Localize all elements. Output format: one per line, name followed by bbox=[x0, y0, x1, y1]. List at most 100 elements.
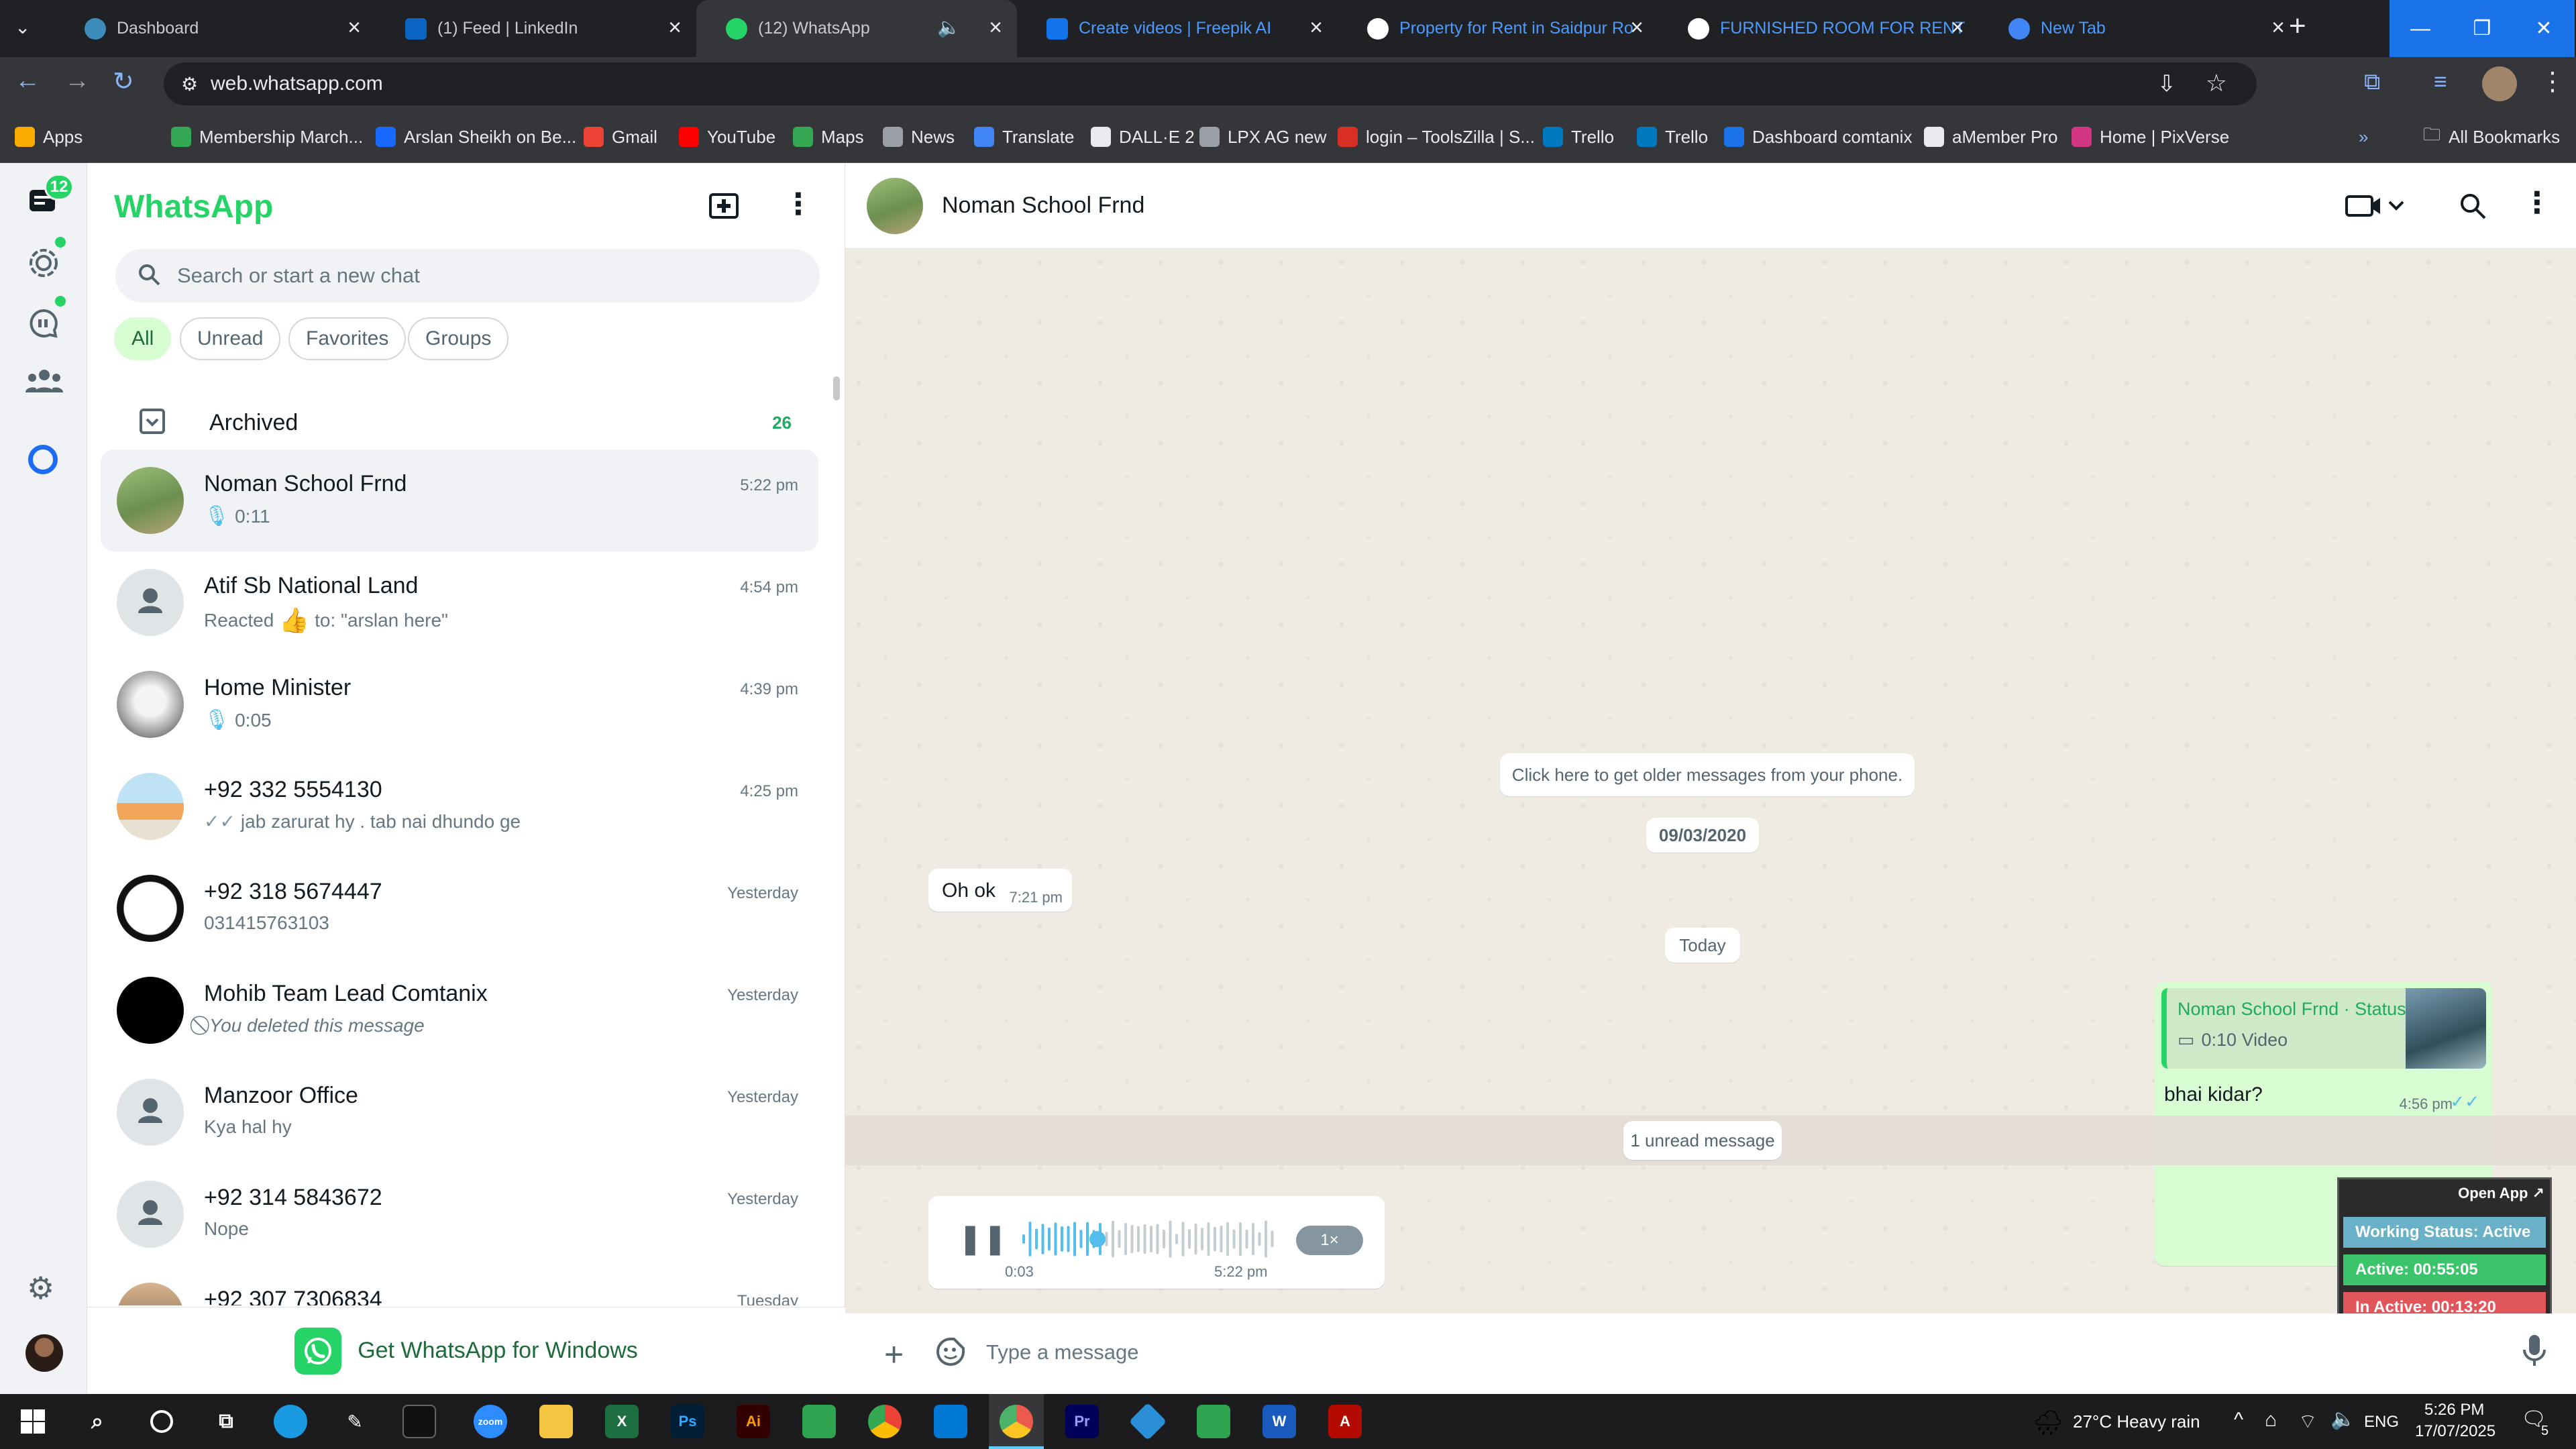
bookmark-item[interactable]: Membership March... bbox=[171, 121, 363, 152]
blue-diamond-icon[interactable] bbox=[1128, 1402, 1167, 1441]
search-input[interactable]: Search or start a new chat bbox=[115, 249, 820, 303]
meta-ai-icon[interactable] bbox=[28, 445, 58, 474]
chrome-icon[interactable] bbox=[868, 1405, 902, 1438]
task-view-icon[interactable]: ⧉ bbox=[209, 1405, 243, 1438]
mic-icon[interactable] bbox=[2522, 1334, 2546, 1368]
tab-search-icon[interactable]: ⌄ bbox=[15, 16, 30, 38]
restore-button[interactable]: ❐ bbox=[2451, 0, 2513, 57]
language-indicator[interactable]: ENG bbox=[2364, 1413, 2399, 1432]
wifi-icon[interactable]: ⌔ bbox=[2298, 1409, 2317, 1434]
forward-icon[interactable]: → bbox=[64, 66, 90, 95]
pen-icon[interactable]: ✎ bbox=[338, 1405, 372, 1438]
chat-row-92-314[interactable]: +92 314 5843672 Nope Yesterday bbox=[101, 1163, 818, 1265]
clock-time[interactable]: 5:26 PM bbox=[2424, 1401, 2484, 1419]
bookmark-item[interactable]: Maps bbox=[793, 121, 864, 152]
contact-name[interactable]: Noman School Frnd bbox=[942, 193, 1144, 219]
close-icon[interactable]: × bbox=[2271, 15, 2285, 41]
new-chat-icon[interactable] bbox=[708, 191, 741, 221]
extensions-icon[interactable]: ⧉ bbox=[2364, 69, 2380, 95]
tab-freepik[interactable]: Create videos | Freepik AI × bbox=[1017, 0, 1338, 57]
menu-icon[interactable]: ⋮ bbox=[2522, 186, 2552, 220]
bookmarks-overflow-icon[interactable]: » bbox=[2359, 121, 2368, 152]
chat-row-92-318[interactable]: +92 318 5674447 031415763103 Yesterday bbox=[101, 857, 818, 959]
browser-menu-icon[interactable]: ⋮ bbox=[2540, 66, 2565, 97]
tab-furnished-room[interactable]: FURNISHED ROOM FOR RENT × bbox=[1658, 0, 1979, 57]
premiere-icon[interactable]: Pr bbox=[1065, 1405, 1099, 1438]
channels-icon[interactable] bbox=[28, 308, 59, 339]
close-icon[interactable]: × bbox=[1951, 15, 1964, 41]
voice-message[interactable]: ❚❚ 0:03 5:22 pm 1× bbox=[928, 1196, 1385, 1289]
minimize-button[interactable]: — bbox=[2390, 0, 2451, 57]
weather-icon[interactable]: 🌧 bbox=[2033, 1409, 2063, 1437]
chat-row-92-307[interactable]: +92 307 7306834 Tuesday bbox=[101, 1265, 818, 1305]
chat-row-home-minister[interactable]: Home Minister 🎙 0:05 4:39 pm bbox=[101, 653, 818, 755]
tab-property[interactable]: Property for Rent in Saidpur Ro × bbox=[1338, 0, 1658, 57]
chat-row-atif[interactable]: Atif Sb National Land Reacted 👍 to: "ars… bbox=[101, 551, 818, 653]
filter-groups[interactable]: Groups bbox=[408, 317, 509, 360]
address-bar[interactable]: ⚙ web.whatsapp.com ⇩ ☆ bbox=[164, 62, 2257, 105]
close-icon[interactable]: × bbox=[1309, 15, 1323, 41]
close-icon[interactable]: × bbox=[989, 15, 1002, 41]
bookmark-item[interactable]: LPX AG new bbox=[1199, 121, 1326, 152]
tab-dashboard[interactable]: Dashboard × bbox=[55, 0, 376, 57]
bookmark-item[interactable]: Translate bbox=[974, 121, 1074, 152]
bookmark-item[interactable]: YouTube bbox=[679, 121, 775, 152]
edge-icon[interactable] bbox=[274, 1405, 307, 1438]
message-input[interactable]: Type a message bbox=[986, 1340, 1138, 1364]
chat-row-mohib[interactable]: Mohib Team Lead Comtanix ⃠ You deleted t… bbox=[101, 959, 818, 1061]
search-icon[interactable] bbox=[2458, 191, 2487, 221]
conversation-header[interactable]: Noman School Frnd ⋮ bbox=[845, 163, 2576, 249]
chat-row-92-332[interactable]: +92 332 5554130 ✓✓ jab zarurat hy . tab … bbox=[101, 755, 818, 857]
weather-text[interactable]: 27°C Heavy rain bbox=[2073, 1411, 2200, 1432]
windows-start-icon[interactable] bbox=[16, 1405, 50, 1438]
speaker-icon[interactable]: 🔈 bbox=[937, 16, 961, 38]
pause-icon[interactable]: ❚❚ bbox=[958, 1222, 1008, 1256]
clock-date[interactable]: 17/07/2025 bbox=[2415, 1422, 2496, 1441]
close-window-button[interactable]: ✕ bbox=[2513, 0, 2575, 57]
settings-icon[interactable]: ⚙ bbox=[27, 1270, 54, 1306]
tab-new-tab[interactable]: New Tab × bbox=[1979, 0, 2300, 57]
bookmark-item[interactable]: Gmail bbox=[584, 121, 657, 152]
communities-icon[interactable] bbox=[25, 366, 63, 396]
archived-row[interactable]: Archived 26 bbox=[101, 384, 818, 458]
bookmark-item[interactable]: Trello bbox=[1637, 121, 1708, 152]
filter-favorites[interactable]: Favorites bbox=[288, 317, 407, 360]
acrobat-icon[interactable]: A bbox=[1328, 1405, 1362, 1438]
profile-avatar[interactable] bbox=[25, 1334, 63, 1372]
get-whatsapp-windows-link[interactable]: Get WhatsApp for Windows bbox=[87, 1307, 845, 1394]
search-icon[interactable]: ⌕ bbox=[80, 1405, 114, 1438]
playback-speed-button[interactable]: 1× bbox=[1296, 1226, 1363, 1255]
bookmark-item[interactable]: Apps bbox=[15, 121, 83, 152]
tab-linkedin[interactable]: (1) Feed | LinkedIn × bbox=[376, 0, 696, 57]
bookmark-item[interactable]: Arslan Sheikh on Be... bbox=[376, 121, 576, 152]
chat-row-manzoor[interactable]: Manzoor Office Kya hal hy Yesterday bbox=[101, 1061, 818, 1163]
zoom-icon[interactable]: zoom bbox=[474, 1405, 507, 1438]
video-call-icon[interactable] bbox=[2345, 191, 2407, 221]
older-messages-button[interactable]: Click here to get older messages from yo… bbox=[1500, 753, 1915, 796]
attach-plus-icon[interactable]: + bbox=[884, 1335, 904, 1374]
back-icon[interactable]: ← bbox=[15, 66, 40, 95]
filter-unread[interactable]: Unread bbox=[180, 317, 281, 360]
reload-icon[interactable]: ↻ bbox=[113, 66, 134, 97]
close-icon[interactable]: × bbox=[347, 15, 361, 41]
open-app-link[interactable]: Open App ↗ bbox=[2458, 1185, 2544, 1202]
quoted-status[interactable]: Noman School Frnd · Status ▭ 0:10 Video bbox=[2161, 988, 2486, 1069]
bookmark-item[interactable]: aMember Pro bbox=[1924, 121, 2058, 152]
all-bookmarks-button[interactable]: 🗀 All Bookmarks bbox=[2423, 121, 2560, 152]
excel-icon[interactable]: X bbox=[605, 1405, 639, 1438]
bookmark-star-icon[interactable]: ☆ bbox=[2206, 69, 2227, 97]
new-tab-button[interactable]: + bbox=[2289, 9, 2306, 43]
green-app-icon[interactable] bbox=[802, 1405, 836, 1438]
install-app-icon[interactable]: ⇩ bbox=[2157, 70, 2177, 97]
bookmark-item[interactable]: Home | PixVerse bbox=[2072, 121, 2229, 152]
terminal-icon[interactable] bbox=[402, 1405, 436, 1438]
cortana-icon[interactable] bbox=[145, 1405, 178, 1438]
status-icon[interactable] bbox=[28, 248, 59, 278]
tab-whatsapp[interactable]: (12) WhatsApp 🔈 × bbox=[696, 0, 1017, 57]
photoshop-icon[interactable]: Ps bbox=[671, 1405, 704, 1438]
close-icon[interactable]: × bbox=[668, 15, 682, 41]
bookmark-item[interactable]: Trello bbox=[1543, 121, 1614, 152]
illustrator-icon[interactable]: Ai bbox=[737, 1405, 770, 1438]
sticker-icon[interactable] bbox=[935, 1336, 966, 1367]
bookmark-item[interactable]: Dashboard comtanix bbox=[1724, 121, 1912, 152]
